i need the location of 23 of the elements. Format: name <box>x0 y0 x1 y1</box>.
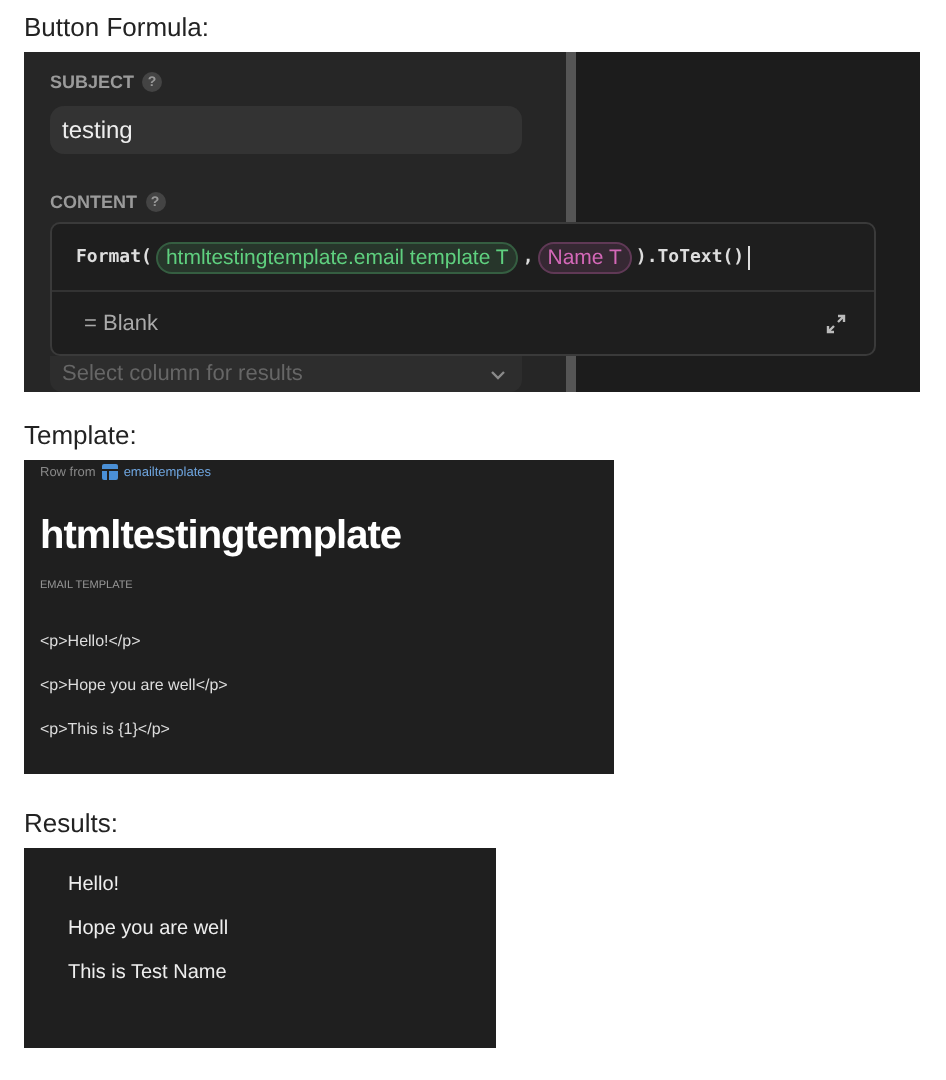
section-heading: Button Formula: <box>24 12 209 44</box>
result-line: Hope you are well <box>68 918 231 940</box>
field-label: SUBJECT <box>50 72 135 92</box>
record-title: htmltestingtemplate <box>40 514 404 560</box>
column-token[interactable]: Name T <box>537 241 632 273</box>
template-line: <p>Hello!</p> <box>40 632 143 650</box>
result-line: Hello! <box>68 874 122 896</box>
field-label: CONTENT <box>50 192 137 212</box>
section-heading: Results: <box>24 808 118 840</box>
subject-field[interactable]: testing <box>50 106 522 154</box>
template-line: <p>This is {1}</p> <box>40 720 172 738</box>
formula-code: ).ToText() <box>635 247 745 267</box>
formula-code: , <box>522 247 534 267</box>
formula-code: Format( <box>76 247 152 267</box>
template-line: <p>Hope you are well</p> <box>40 676 230 694</box>
formula-editor[interactable]: Format( htmltestingtemplate.email template T , Name T ).ToText() = Blank <box>50 222 876 356</box>
expand-icon[interactable] <box>826 313 846 333</box>
result-line: This is Test Name <box>68 962 229 984</box>
chevron-down-icon <box>490 369 506 379</box>
text-cursor <box>748 245 751 269</box>
column-token[interactable]: htmltestingtemplate.email template T <box>155 241 519 273</box>
formula-result: = Blank <box>84 311 158 335</box>
section-heading: Template: <box>24 420 137 452</box>
